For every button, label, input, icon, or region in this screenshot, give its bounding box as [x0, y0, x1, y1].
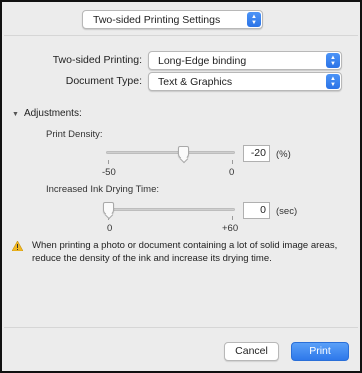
dialog-window: Two-sided Printing Settings ▲ ▼ Two-sided… — [0, 0, 362, 373]
print-density-unit: (%) — [276, 149, 291, 160]
two-sided-printing-value: Long-Edge binding — [158, 55, 247, 67]
drying-time-ticks — [106, 216, 235, 221]
document-type-value: Text & Graphics — [158, 76, 233, 88]
print-density-min-label: -50 — [102, 167, 116, 178]
document-type-label: Document Type: — [65, 75, 142, 87]
drying-time-label: Increased Ink Drying Time: — [46, 184, 159, 195]
settings-popup[interactable]: Two-sided Printing Settings ▲ ▼ — [82, 10, 263, 29]
tick — [232, 160, 233, 164]
disclosure-triangle-icon[interactable]: ▼ — [12, 111, 19, 118]
print-density-slider-track[interactable] — [106, 151, 235, 154]
print-density-ticks — [106, 160, 235, 165]
two-sided-printing-label: Two-sided Printing: — [52, 54, 142, 66]
popup-arrows-icon: ▲ ▼ — [326, 74, 340, 89]
print-density-slider-knob[interactable] — [178, 146, 189, 159]
tick — [232, 216, 233, 220]
drying-time-min-label: 0 — [107, 223, 113, 234]
drying-time-unit: (sec) — [276, 206, 298, 217]
drying-time-slider-track[interactable] — [106, 208, 235, 211]
print-button[interactable]: Print — [291, 342, 349, 361]
print-density-max-label: 0 — [229, 167, 235, 178]
tick — [108, 160, 109, 164]
bottom-divider — [4, 327, 358, 328]
two-sided-printing-popup[interactable]: Long-Edge binding ▲ ▼ — [148, 51, 342, 70]
print-density-label: Print Density: — [46, 129, 103, 140]
adjustments-disclosure[interactable]: ▼ Adjustments: — [12, 108, 82, 119]
document-type-popup[interactable]: Text & Graphics ▲ ▼ — [148, 72, 342, 91]
warning-text: When printing a photo or document contai… — [32, 240, 338, 264]
top-divider — [4, 35, 358, 36]
settings-popup-value: Two-sided Printing Settings — [93, 14, 221, 26]
drying-time-input[interactable]: 0 — [243, 202, 270, 219]
cancel-button[interactable]: Cancel — [224, 342, 279, 361]
warning-icon — [12, 241, 23, 251]
adjustments-header: Adjustments: — [23, 108, 82, 119]
popup-arrows-icon: ▲ ▼ — [247, 12, 261, 27]
print-density-input[interactable]: -20 — [243, 145, 270, 162]
drying-time-max-label: +60 — [222, 223, 239, 234]
popup-arrows-icon: ▲ ▼ — [326, 53, 340, 68]
drying-time-slider-knob[interactable] — [103, 202, 114, 215]
